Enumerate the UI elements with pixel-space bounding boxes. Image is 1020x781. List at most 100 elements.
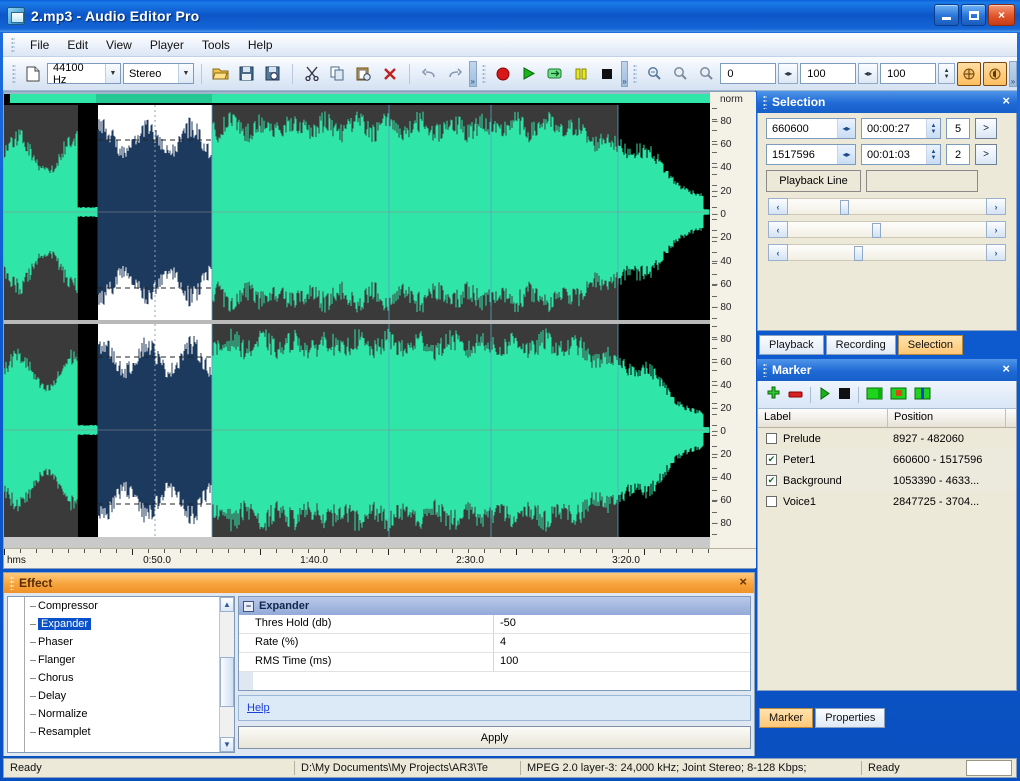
zoom-field-2[interactable]: 100: [800, 63, 856, 84]
menu-item-player[interactable]: Player: [141, 35, 193, 55]
selection-start-time-field[interactable]: 00:00:27 ▲▼: [861, 118, 941, 139]
menu-item-view[interactable]: View: [97, 35, 141, 55]
property-value[interactable]: 4: [494, 634, 750, 652]
tab-recording[interactable]: Recording: [826, 335, 896, 355]
region-merge-icon[interactable]: [890, 387, 907, 403]
close-icon[interactable]: ×: [1002, 361, 1010, 376]
effect-list-item[interactable]: Normalize: [8, 705, 234, 723]
tab-properties[interactable]: Properties: [815, 708, 885, 728]
property-row[interactable]: Rate (%)4: [239, 634, 750, 653]
selection-start-samples-field[interactable]: 660600 ◂▸: [766, 118, 856, 139]
scroll-slider-2[interactable]: ‹ ›: [758, 215, 1016, 238]
effect-list-scrollbar[interactable]: ▲ ▼: [219, 597, 234, 752]
tab-marker[interactable]: Marker: [759, 708, 813, 728]
menu-item-file[interactable]: File: [21, 35, 58, 55]
chevron-right-icon[interactable]: ›: [986, 244, 1006, 261]
copy-icon[interactable]: [326, 62, 350, 86]
close-button[interactable]: ×: [988, 4, 1015, 26]
chevron-left-icon[interactable]: ‹: [768, 221, 788, 238]
property-row[interactable]: Thres Hold (db)-50: [239, 615, 750, 634]
time-ruler[interactable]: hms 0:50.0 1:40.0 2:30.0 3:20.0: [4, 548, 756, 568]
scroll-slider-1[interactable]: ‹ ›: [758, 192, 1016, 215]
panel-grip[interactable]: [763, 95, 767, 109]
selection-end-time-field[interactable]: 00:01:03 ▲▼: [861, 144, 941, 165]
transport-overflow-button[interactable]: »: [621, 61, 629, 87]
scrollbar-thumb[interactable]: [220, 657, 234, 707]
slider-thumb-3[interactable]: [854, 246, 863, 261]
close-icon[interactable]: ×: [739, 574, 747, 589]
undo-arrow-icon[interactable]: [417, 62, 441, 86]
sound-volume-icon[interactable]: [983, 62, 1007, 86]
paste-icon[interactable]: [352, 62, 376, 86]
waveform-view[interactable]: norm – 80– 60– 40– 20– 0– 20– 40– 60– 80…: [3, 91, 755, 569]
marker-column-label[interactable]: Label: [758, 409, 888, 427]
up-down-spinner-icon[interactable]: ▲▼: [926, 119, 940, 138]
sound-balance-icon[interactable]: [957, 62, 981, 86]
zoom-in-icon[interactable]: [668, 62, 692, 86]
new-document-icon[interactable]: [21, 62, 45, 86]
zoom-overflow-button[interactable]: »: [1009, 61, 1017, 87]
tab-selection[interactable]: Selection: [898, 335, 963, 355]
zoom-grip[interactable]: [633, 64, 637, 84]
slider-track-2[interactable]: [788, 221, 986, 238]
left-right-spinner-icon[interactable]: ◂▸: [837, 119, 855, 138]
property-row[interactable]: RMS Time (ms)100: [239, 653, 750, 672]
slider-track-3[interactable]: [788, 244, 986, 261]
samplerate-combo[interactable]: 44100 Hz ▼: [47, 63, 121, 84]
close-icon[interactable]: ×: [1002, 93, 1010, 108]
left-right-spinner-icon[interactable]: ◂▸: [837, 145, 855, 164]
panel-grip[interactable]: [10, 576, 14, 590]
marker-checkbox[interactable]: [766, 496, 777, 507]
add-marker-plus-icon[interactable]: [766, 386, 781, 404]
zoom-field-1[interactable]: 0: [720, 63, 776, 84]
apply-button[interactable]: Apply: [238, 726, 751, 749]
property-value[interactable]: 100: [494, 653, 750, 671]
scroll-slider-3[interactable]: ‹ ›: [758, 238, 1016, 261]
menu-item-help[interactable]: Help: [239, 35, 282, 55]
menu-grip[interactable]: [11, 37, 15, 53]
marker-checkbox[interactable]: ✔: [766, 454, 777, 465]
playback-line-button[interactable]: Playback Line: [766, 170, 861, 192]
effect-list[interactable]: CompressorExpanderPhaserFlangerChorusDel…: [7, 596, 235, 753]
maximize-button[interactable]: [961, 4, 986, 26]
effect-list-item[interactable]: Delay: [8, 687, 234, 705]
slider-thumb-1[interactable]: [840, 200, 849, 215]
chevron-left-icon[interactable]: ‹: [768, 198, 788, 215]
red-x-icon[interactable]: [378, 62, 402, 86]
region-select-icon[interactable]: [866, 387, 883, 403]
redo-arrow-icon[interactable]: [443, 62, 467, 86]
zoom-out-icon[interactable]: [694, 62, 718, 86]
scissors-icon[interactable]: [300, 62, 324, 86]
zoom-field-2-spinner[interactable]: ◂▸: [858, 63, 878, 84]
slider-track-1[interactable]: [788, 198, 986, 215]
open-folder-icon[interactable]: [209, 62, 233, 86]
effect-list-item[interactable]: Chorus: [8, 669, 234, 687]
effect-list-item[interactable]: Expander: [8, 615, 234, 633]
collapse-icon[interactable]: −: [243, 601, 254, 612]
transport-grip[interactable]: [482, 64, 486, 84]
stop-square-icon[interactable]: [595, 62, 619, 86]
selection-end-samples-field[interactable]: 1517596 ◂▸: [766, 144, 856, 165]
effect-list-item[interactable]: Flanger: [8, 651, 234, 669]
slider-thumb-2[interactable]: [872, 223, 881, 238]
marker-checkbox[interactable]: ✔: [766, 475, 777, 486]
stop-marker-icon[interactable]: [838, 387, 851, 403]
channels-combo[interactable]: Stereo ▼: [123, 63, 194, 84]
table-row[interactable]: Prelude8927 - 482060: [758, 428, 1016, 449]
chevron-down-icon[interactable]: ▼: [178, 64, 193, 83]
zoom-selection-icon[interactable]: [642, 62, 666, 86]
scroll-down-icon[interactable]: ▼: [220, 737, 234, 752]
toolbar-overflow-button[interactable]: »: [469, 61, 477, 87]
selection-end-index[interactable]: 2: [946, 144, 970, 165]
region-split-icon[interactable]: [914, 387, 931, 403]
selection-end-goto-button[interactable]: >: [975, 144, 997, 165]
save-as-icon[interactable]: [261, 62, 285, 86]
effect-list-item[interactable]: Compressor: [8, 597, 234, 615]
save-disk-icon[interactable]: [235, 62, 259, 86]
play-triangle-icon[interactable]: [517, 62, 541, 86]
record-circle-icon[interactable]: [491, 62, 515, 86]
remove-marker-minus-icon[interactable]: [788, 388, 803, 402]
chevron-right-icon[interactable]: ›: [986, 198, 1006, 215]
tab-playback[interactable]: Playback: [759, 335, 824, 355]
scroll-up-icon[interactable]: ▲: [220, 597, 234, 612]
